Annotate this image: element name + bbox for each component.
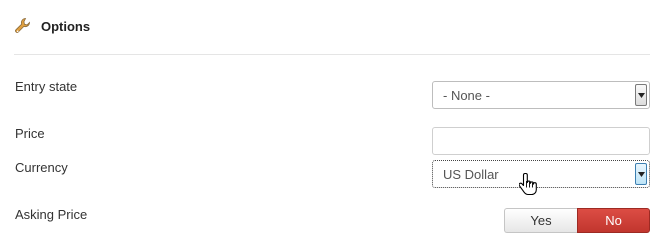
chevron-down-icon[interactable]: [635, 163, 647, 185]
entry-state-label: Entry state: [15, 79, 78, 94]
divider: [14, 54, 650, 55]
options-panel: Options Entry state - None - Price Curre…: [0, 0, 664, 244]
currency-value: US Dollar: [443, 166, 499, 182]
yes-button[interactable]: Yes: [504, 208, 577, 233]
asking-price-toggle: Yes No: [504, 208, 650, 233]
wrench-icon: [14, 17, 32, 35]
section-header: Options: [14, 14, 90, 38]
entry-state-value: - None -: [443, 87, 490, 103]
price-input[interactable]: [432, 127, 650, 155]
asking-price-label: Asking Price: [15, 207, 88, 222]
chevron-down-icon[interactable]: [635, 84, 647, 106]
section-title: Options: [41, 18, 91, 34]
price-label: Price: [15, 126, 45, 141]
hand-cursor-icon: [518, 172, 539, 196]
no-button[interactable]: No: [577, 208, 650, 233]
currency-select[interactable]: US Dollar: [432, 160, 650, 188]
currency-label: Currency: [15, 160, 68, 175]
entry-state-select[interactable]: - None -: [432, 81, 650, 109]
